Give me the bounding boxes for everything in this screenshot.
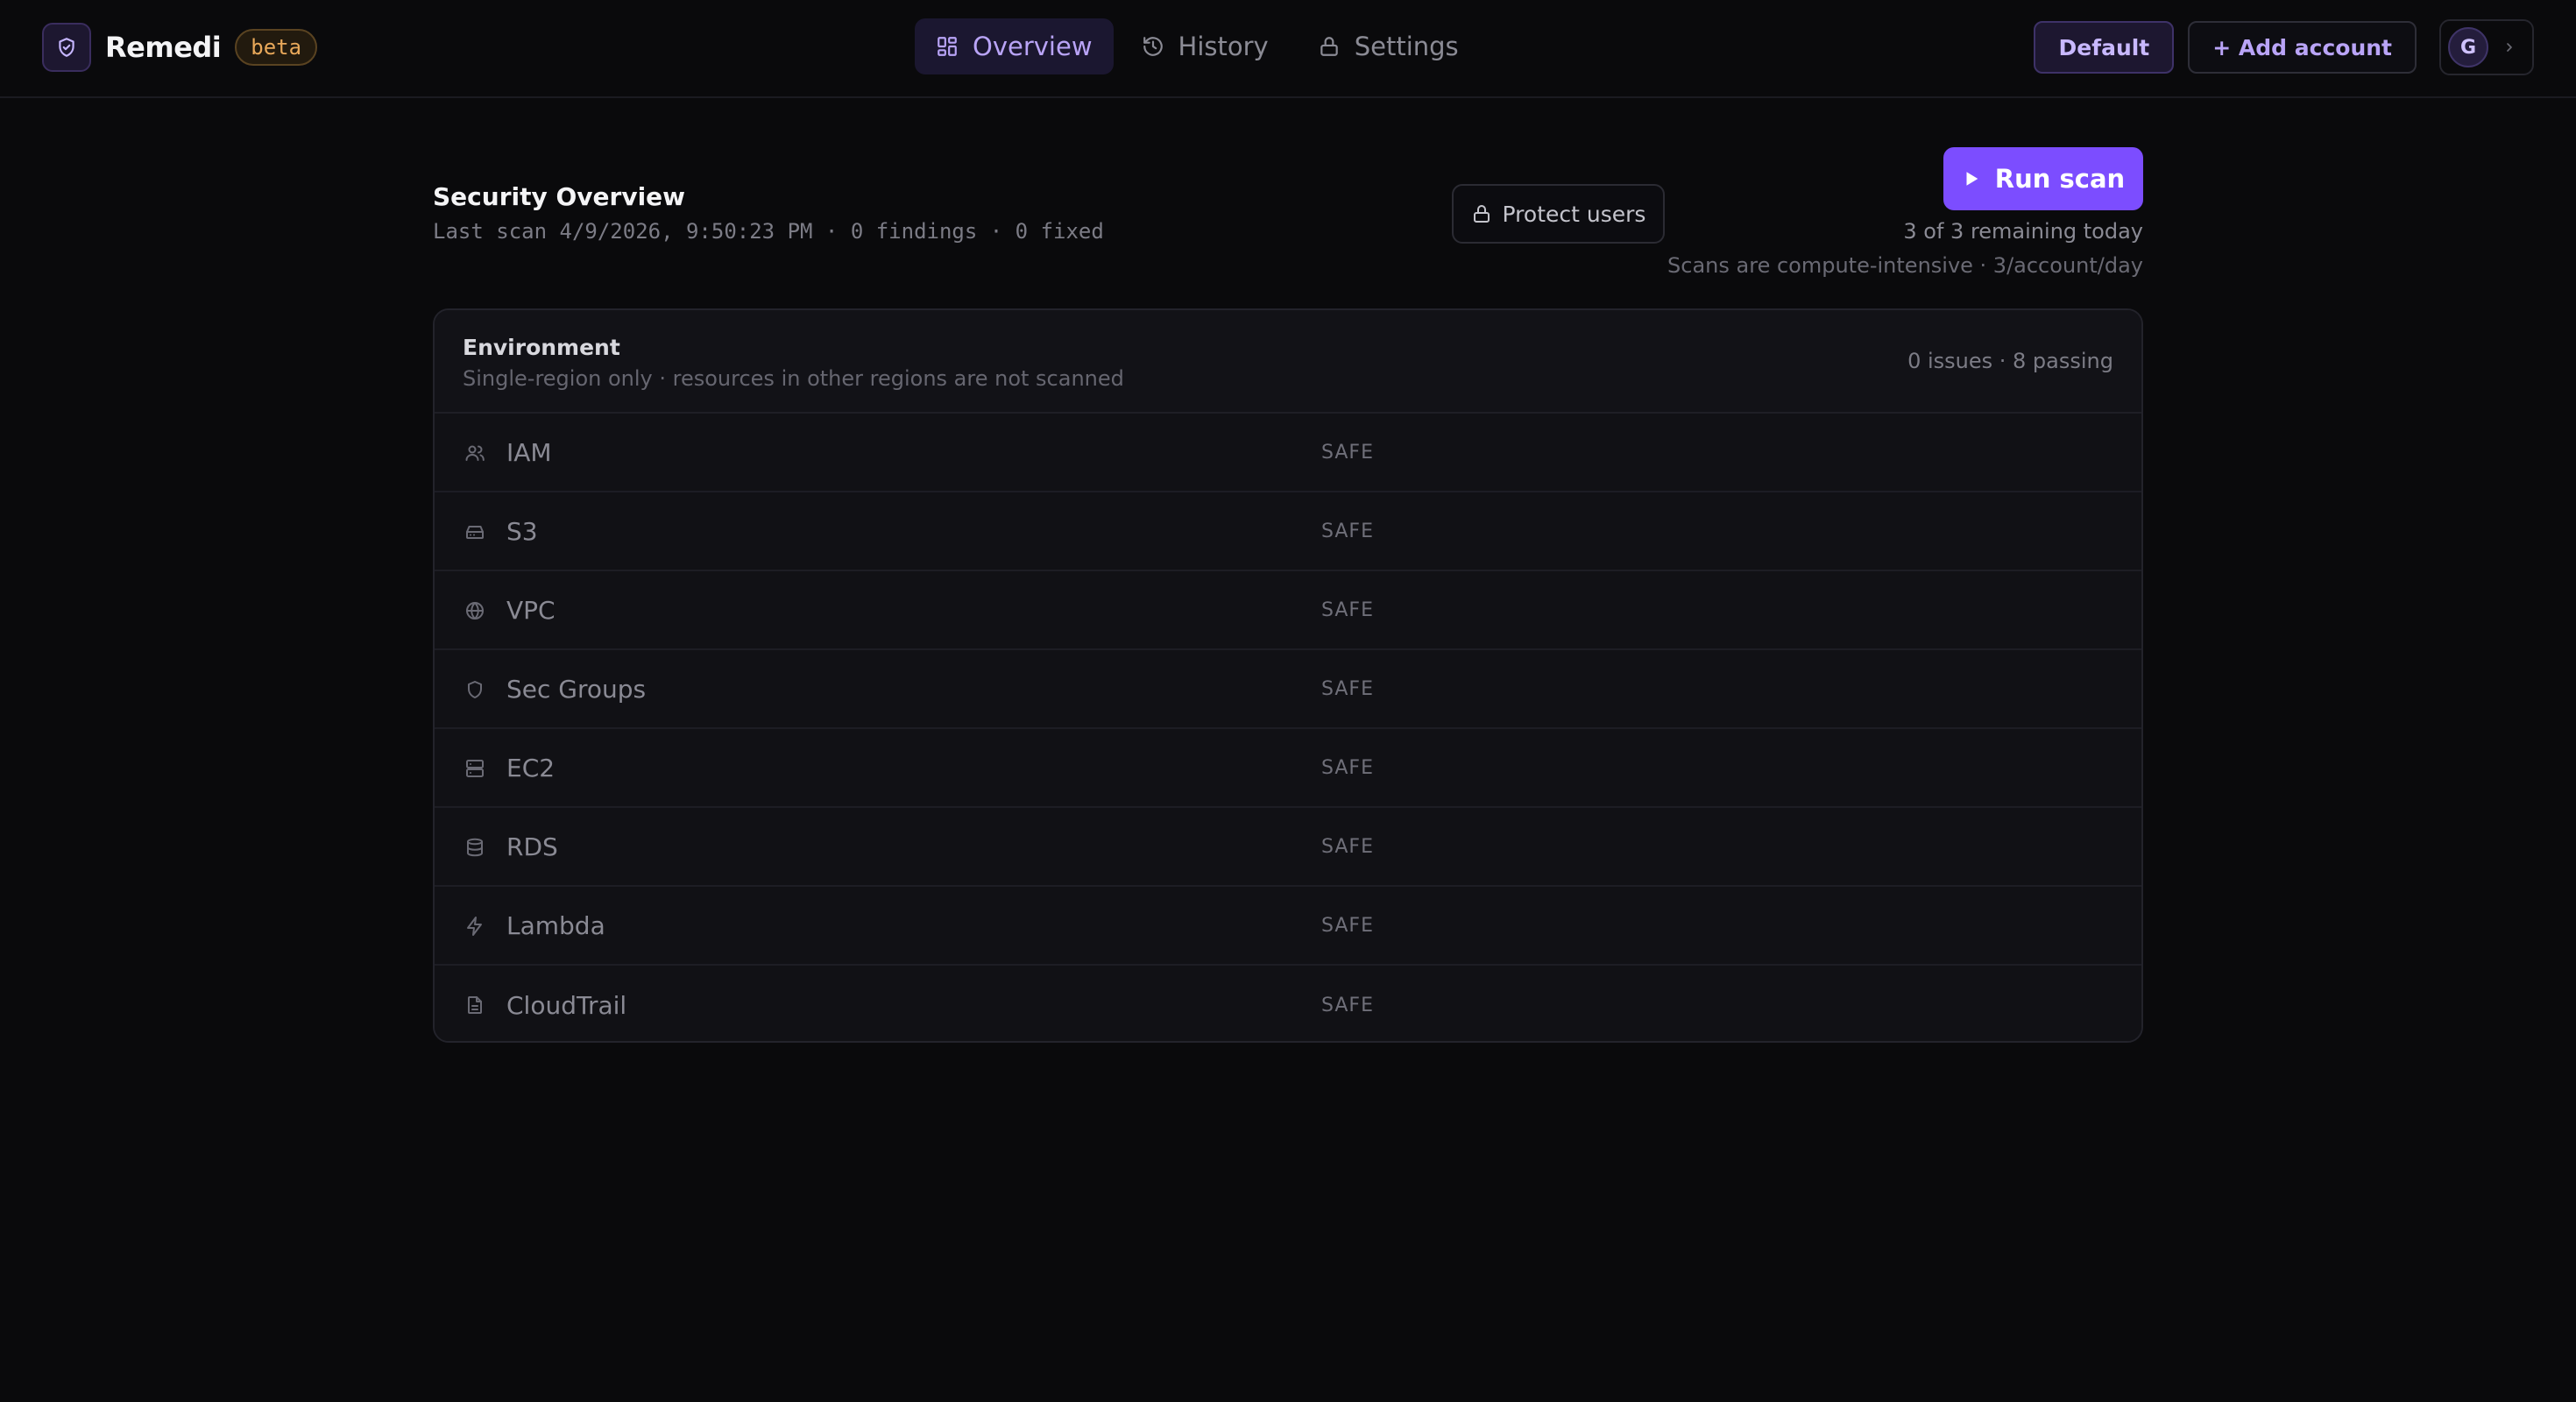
service-row-iam[interactable]: IAM SAFE	[435, 414, 2141, 492]
add-account-button[interactable]: + Add account	[2188, 21, 2417, 74]
brand-name: Remedi	[105, 31, 222, 64]
tab-overview-label: Overview	[973, 32, 1093, 61]
server-icon	[466, 760, 484, 777]
file-icon	[468, 996, 482, 1014]
scans-remaining: 3 of 3 remaining today	[1903, 219, 2143, 244]
shield-icon	[468, 681, 482, 698]
status-badge: SAFE	[1321, 520, 1374, 542]
run-scan-label: Run scan	[1994, 164, 2126, 194]
tab-history[interactable]: History	[1121, 18, 1290, 74]
brand[interactable]: Remedi beta	[42, 22, 318, 73]
last-scan-summary: Last scan 4/9/2026, 9:50:23 PM · 0 findi…	[433, 219, 1104, 244]
beta-badge: beta	[235, 29, 318, 66]
chevron-right-icon	[2507, 43, 2512, 52]
service-row-lambda[interactable]: Lambda SAFE	[435, 887, 2141, 966]
database-icon	[467, 838, 483, 857]
account-menu-button[interactable]: G	[2439, 19, 2534, 75]
environment-card: Environment Single-region only · resourc…	[433, 308, 2143, 1043]
grid-icon	[938, 37, 957, 56]
main-nav: Overview History Settings	[915, 18, 1487, 74]
tab-settings[interactable]: Settings	[1297, 18, 1480, 74]
status-badge: SAFE	[1321, 677, 1374, 700]
service-name: IAM	[506, 437, 552, 467]
tab-overview[interactable]: Overview	[915, 18, 1114, 74]
environment-subtitle: Single-region only · resources in other …	[463, 366, 1124, 391]
service-name: CloudTrail	[506, 990, 627, 1020]
account-controls: Default + Add account G	[2034, 19, 2534, 75]
environment-title: Environment	[463, 335, 620, 360]
run-scan-button[interactable]: Run scan	[1943, 147, 2143, 210]
lock-icon	[1473, 205, 1490, 223]
status-badge: SAFE	[1321, 756, 1374, 779]
service-name: RDS	[506, 832, 558, 861]
service-row-cloudtrail[interactable]: CloudTrail SAFE	[435, 966, 2141, 1041]
protect-users-label: Protect users	[1502, 201, 1646, 227]
lock-icon	[1320, 37, 1338, 56]
service-row-sec-groups[interactable]: Sec Groups SAFE	[435, 650, 2141, 729]
default-profile-button[interactable]: Default	[2034, 21, 2175, 74]
bucket-icon	[466, 526, 484, 539]
service-row-s3[interactable]: S3 SAFE	[435, 492, 2141, 571]
service-name: S3	[506, 516, 538, 546]
tab-settings-label: Settings	[1354, 32, 1459, 61]
environment-status: 0 issues · 8 passing	[1907, 349, 2113, 373]
history-icon	[1143, 37, 1163, 56]
avatar: G	[2448, 27, 2488, 67]
service-name: VPC	[506, 595, 556, 625]
service-name: EC2	[506, 753, 556, 782]
users-icon	[465, 445, 485, 461]
status-badge: SAFE	[1321, 994, 1374, 1016]
service-row-rds[interactable]: RDS SAFE	[435, 808, 2141, 887]
service-name: Lambda	[506, 910, 605, 940]
scan-limit-note: Scans are compute-intensive · 3/account/…	[1667, 253, 2143, 278]
service-row-vpc[interactable]: VPC SAFE	[435, 571, 2141, 650]
status-badge: SAFE	[1321, 914, 1374, 937]
play-icon	[1966, 172, 1978, 186]
environment-header: Environment Single-region only · resourc…	[435, 310, 2141, 414]
page-title: Security Overview	[433, 182, 686, 211]
service-row-ec2[interactable]: EC2 SAFE	[435, 729, 2141, 808]
tab-history-label: History	[1178, 32, 1269, 61]
protect-users-button[interactable]: Protect users	[1452, 184, 1665, 244]
service-name: Sec Groups	[506, 674, 647, 704]
top-bar: Remedi beta Overview History Settings De…	[0, 0, 2576, 98]
status-badge: SAFE	[1321, 835, 1374, 858]
shield-check-icon	[42, 23, 91, 72]
globe-icon	[466, 602, 484, 620]
bolt-icon	[467, 917, 482, 936]
status-badge: SAFE	[1321, 598, 1374, 621]
status-badge: SAFE	[1321, 441, 1374, 464]
